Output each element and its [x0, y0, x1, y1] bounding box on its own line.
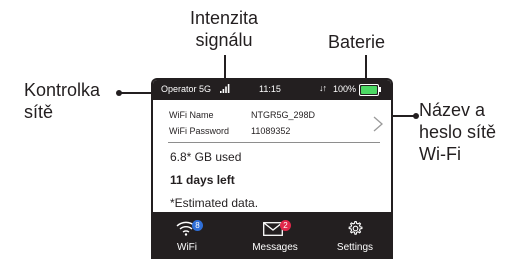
operator-name: Operator 5G [161, 84, 212, 94]
callout-line-1: Název a [419, 100, 486, 120]
battery-tip [379, 87, 381, 92]
battery-fill [361, 86, 377, 94]
wifi-badge: 8 [192, 220, 203, 231]
wifi-name-password-callout: Název a heslo sítě Wi-Fi [419, 99, 496, 165]
status-bar: Operator 5G 11:15 ↓↑ 100% [153, 80, 391, 100]
messages-badge: 2 [280, 220, 291, 231]
callout-line-2: heslo sítě [419, 122, 497, 142]
callout-line-3: Wi-Fi [419, 144, 461, 164]
battery-icon [359, 84, 379, 96]
tab-messages-label: Messages [252, 242, 298, 253]
network-leader-dot [116, 90, 122, 96]
wifi-info-panel[interactable]: WiFi Name NTGR5G_298D WiFi Password 1108… [153, 102, 383, 142]
network-indicator-callout: Kontrolka sítě [24, 79, 100, 123]
wifi-password-value: 11089352 [251, 126, 291, 136]
chevron-right-icon[interactable] [371, 114, 385, 134]
callout-line-1: Intenzita [189, 8, 259, 28]
device-screen: Operator 5G 11:15 ↓↑ 100% WiFi Name NTGR… [151, 78, 393, 259]
callout-line-2: signálu [195, 30, 253, 50]
divider [168, 142, 380, 143]
battery-percent: 100% [333, 84, 357, 94]
tab-settings[interactable]: Settings [323, 212, 387, 259]
callout-line-1: Kontrolka [24, 80, 101, 100]
tab-settings-label: Settings [336, 242, 374, 253]
tab-wifi-label: WiFi [177, 242, 197, 253]
tab-messages[interactable]: 2 Messages [239, 212, 311, 259]
wifi-name-value: NTGR5G_298D [251, 110, 316, 120]
gear-icon [348, 220, 363, 235]
battery-callout: Baterie [328, 31, 385, 53]
clock: 11:15 [259, 84, 281, 94]
wifi-name-label: WiFi Name [169, 110, 214, 120]
wifi-password-label: WiFi Password [169, 126, 230, 136]
data-used-text: 6.8* GB used [170, 150, 242, 164]
callout-line-2: sítě [24, 102, 54, 122]
signal-strength-icon [220, 84, 230, 93]
estimated-note: *Estimated data. [170, 196, 259, 210]
tab-wifi[interactable]: 8 WiFi [159, 212, 215, 259]
signal-strength-callout: Intenzita signálu [176, 7, 272, 51]
days-left-text: 11 days left [170, 173, 235, 187]
tab-bar: 8 WiFi 2 Messages Settings [153, 212, 391, 259]
wifi-leader-dot [413, 113, 419, 119]
data-transfer-icon: ↓↑ [319, 83, 327, 93]
callout-line-1: Baterie [328, 32, 386, 52]
